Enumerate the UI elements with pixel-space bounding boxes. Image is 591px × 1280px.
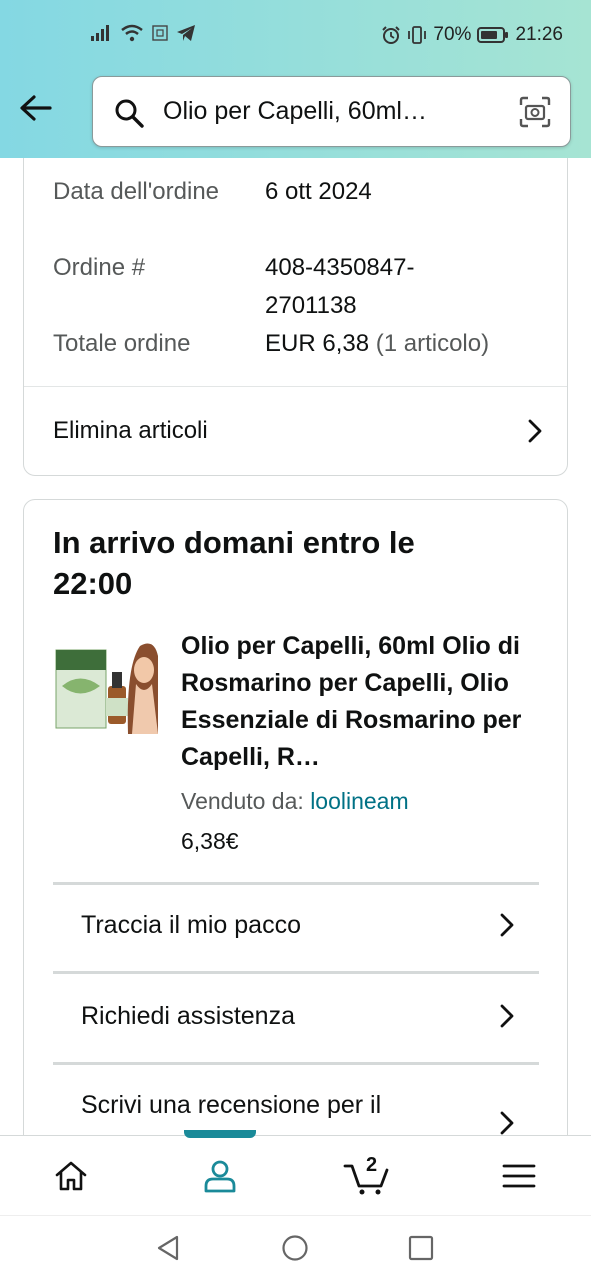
home-tab[interactable] — [31, 1136, 111, 1216]
search-input[interactable]: Olio per Capelli, 60ml… — [163, 97, 503, 126]
request-assistance-label: Richiedi assistenza — [81, 1002, 295, 1030]
write-review-label: Scrivi una recensione per il — [81, 1091, 382, 1119]
order-details-content: Data dell'ordine 6 ott 2024 Ordine # 408… — [0, 158, 591, 1135]
system-back-icon[interactable] — [155, 1234, 183, 1267]
arrival-line-1: In arrivo domani entro le — [53, 525, 415, 560]
write-review-row[interactable]: Scrivi una recensione per il — [53, 1065, 539, 1135]
order-date-value: 6 ott 2024 — [265, 178, 372, 205]
account-tab[interactable] — [180, 1136, 260, 1216]
battery-icon — [477, 26, 509, 44]
telegram-icon — [176, 24, 196, 42]
seller-info: Venduto da: loolineam — [181, 788, 409, 815]
delete-items-label: Elimina articoli — [53, 417, 208, 444]
order-number-value: 408-4350847-2701138 — [265, 254, 415, 319]
vibrate-icon — [407, 25, 427, 45]
order-total-value: EUR 6,38 (1 articolo) — [265, 325, 489, 363]
total-items-count: (1 articolo) — [375, 330, 490, 357]
system-home-icon[interactable] — [281, 1234, 309, 1267]
arrow-left-icon — [20, 95, 52, 121]
search-icon — [113, 97, 145, 134]
wifi-icon — [120, 24, 144, 42]
chevron-right-icon — [495, 1109, 519, 1135]
product-title[interactable]: Olio per Capelli, 60ml Olio di Rosmarino… — [181, 628, 551, 776]
order-summary-card: Data dell'ordine 6 ott 2024 Ordine # 408… — [23, 158, 568, 476]
product-image[interactable] — [54, 636, 158, 734]
total-amount: EUR 6,38 — [265, 330, 370, 357]
arrival-line-2: 22:00 — [53, 566, 133, 601]
system-navigation-bar — [0, 1215, 591, 1280]
nfc-icon — [152, 25, 168, 41]
menu-tab[interactable] — [479, 1136, 559, 1216]
bottom-navigation: 2 — [0, 1130, 591, 1216]
clock: 21:26 — [515, 24, 563, 45]
delete-items-row[interactable]: Elimina articoli — [24, 387, 567, 475]
search-bar[interactable]: Olio per Capelli, 60ml… — [92, 76, 571, 147]
track-package-row[interactable]: Traccia il mio pacco — [53, 885, 539, 973]
request-assistance-row[interactable]: Richiedi assistenza — [53, 974, 539, 1062]
back-button[interactable] — [16, 88, 58, 130]
arrival-heading: In arrivo domani entro le 22:00 — [53, 522, 533, 604]
cart-count-badge: 2 — [366, 1154, 378, 1176]
chevron-right-icon — [495, 911, 519, 944]
sold-by-label: Venduto da: — [181, 788, 304, 814]
seller-link[interactable]: loolineam — [310, 788, 408, 814]
shipment-card: In arrivo domani entro le 22:00 Olio per… — [23, 499, 568, 1135]
battery-percent: 70% — [433, 24, 472, 45]
track-package-label: Traccia il mio pacco — [81, 911, 301, 939]
alarm-icon — [381, 25, 401, 45]
order-date-label: Data dell'ordine — [53, 178, 220, 205]
app-header: 70% 21:26 Olio per Capelli, 60ml… — [0, 0, 591, 158]
status-bar: 70% 21:26 — [0, 22, 591, 52]
signal-icon — [90, 24, 112, 42]
system-recents-icon[interactable] — [407, 1234, 435, 1267]
order-total-label: Totale ordine — [53, 330, 191, 357]
order-number-label: Ordine # — [53, 254, 146, 281]
product-price: 6,38€ — [181, 828, 239, 854]
home-icon — [55, 1161, 87, 1191]
user-icon — [204, 1160, 236, 1193]
chevron-right-icon — [523, 417, 547, 450]
camera-icon[interactable] — [518, 95, 552, 134]
chevron-right-icon — [495, 1002, 519, 1035]
hamburger-menu-icon — [502, 1164, 536, 1188]
